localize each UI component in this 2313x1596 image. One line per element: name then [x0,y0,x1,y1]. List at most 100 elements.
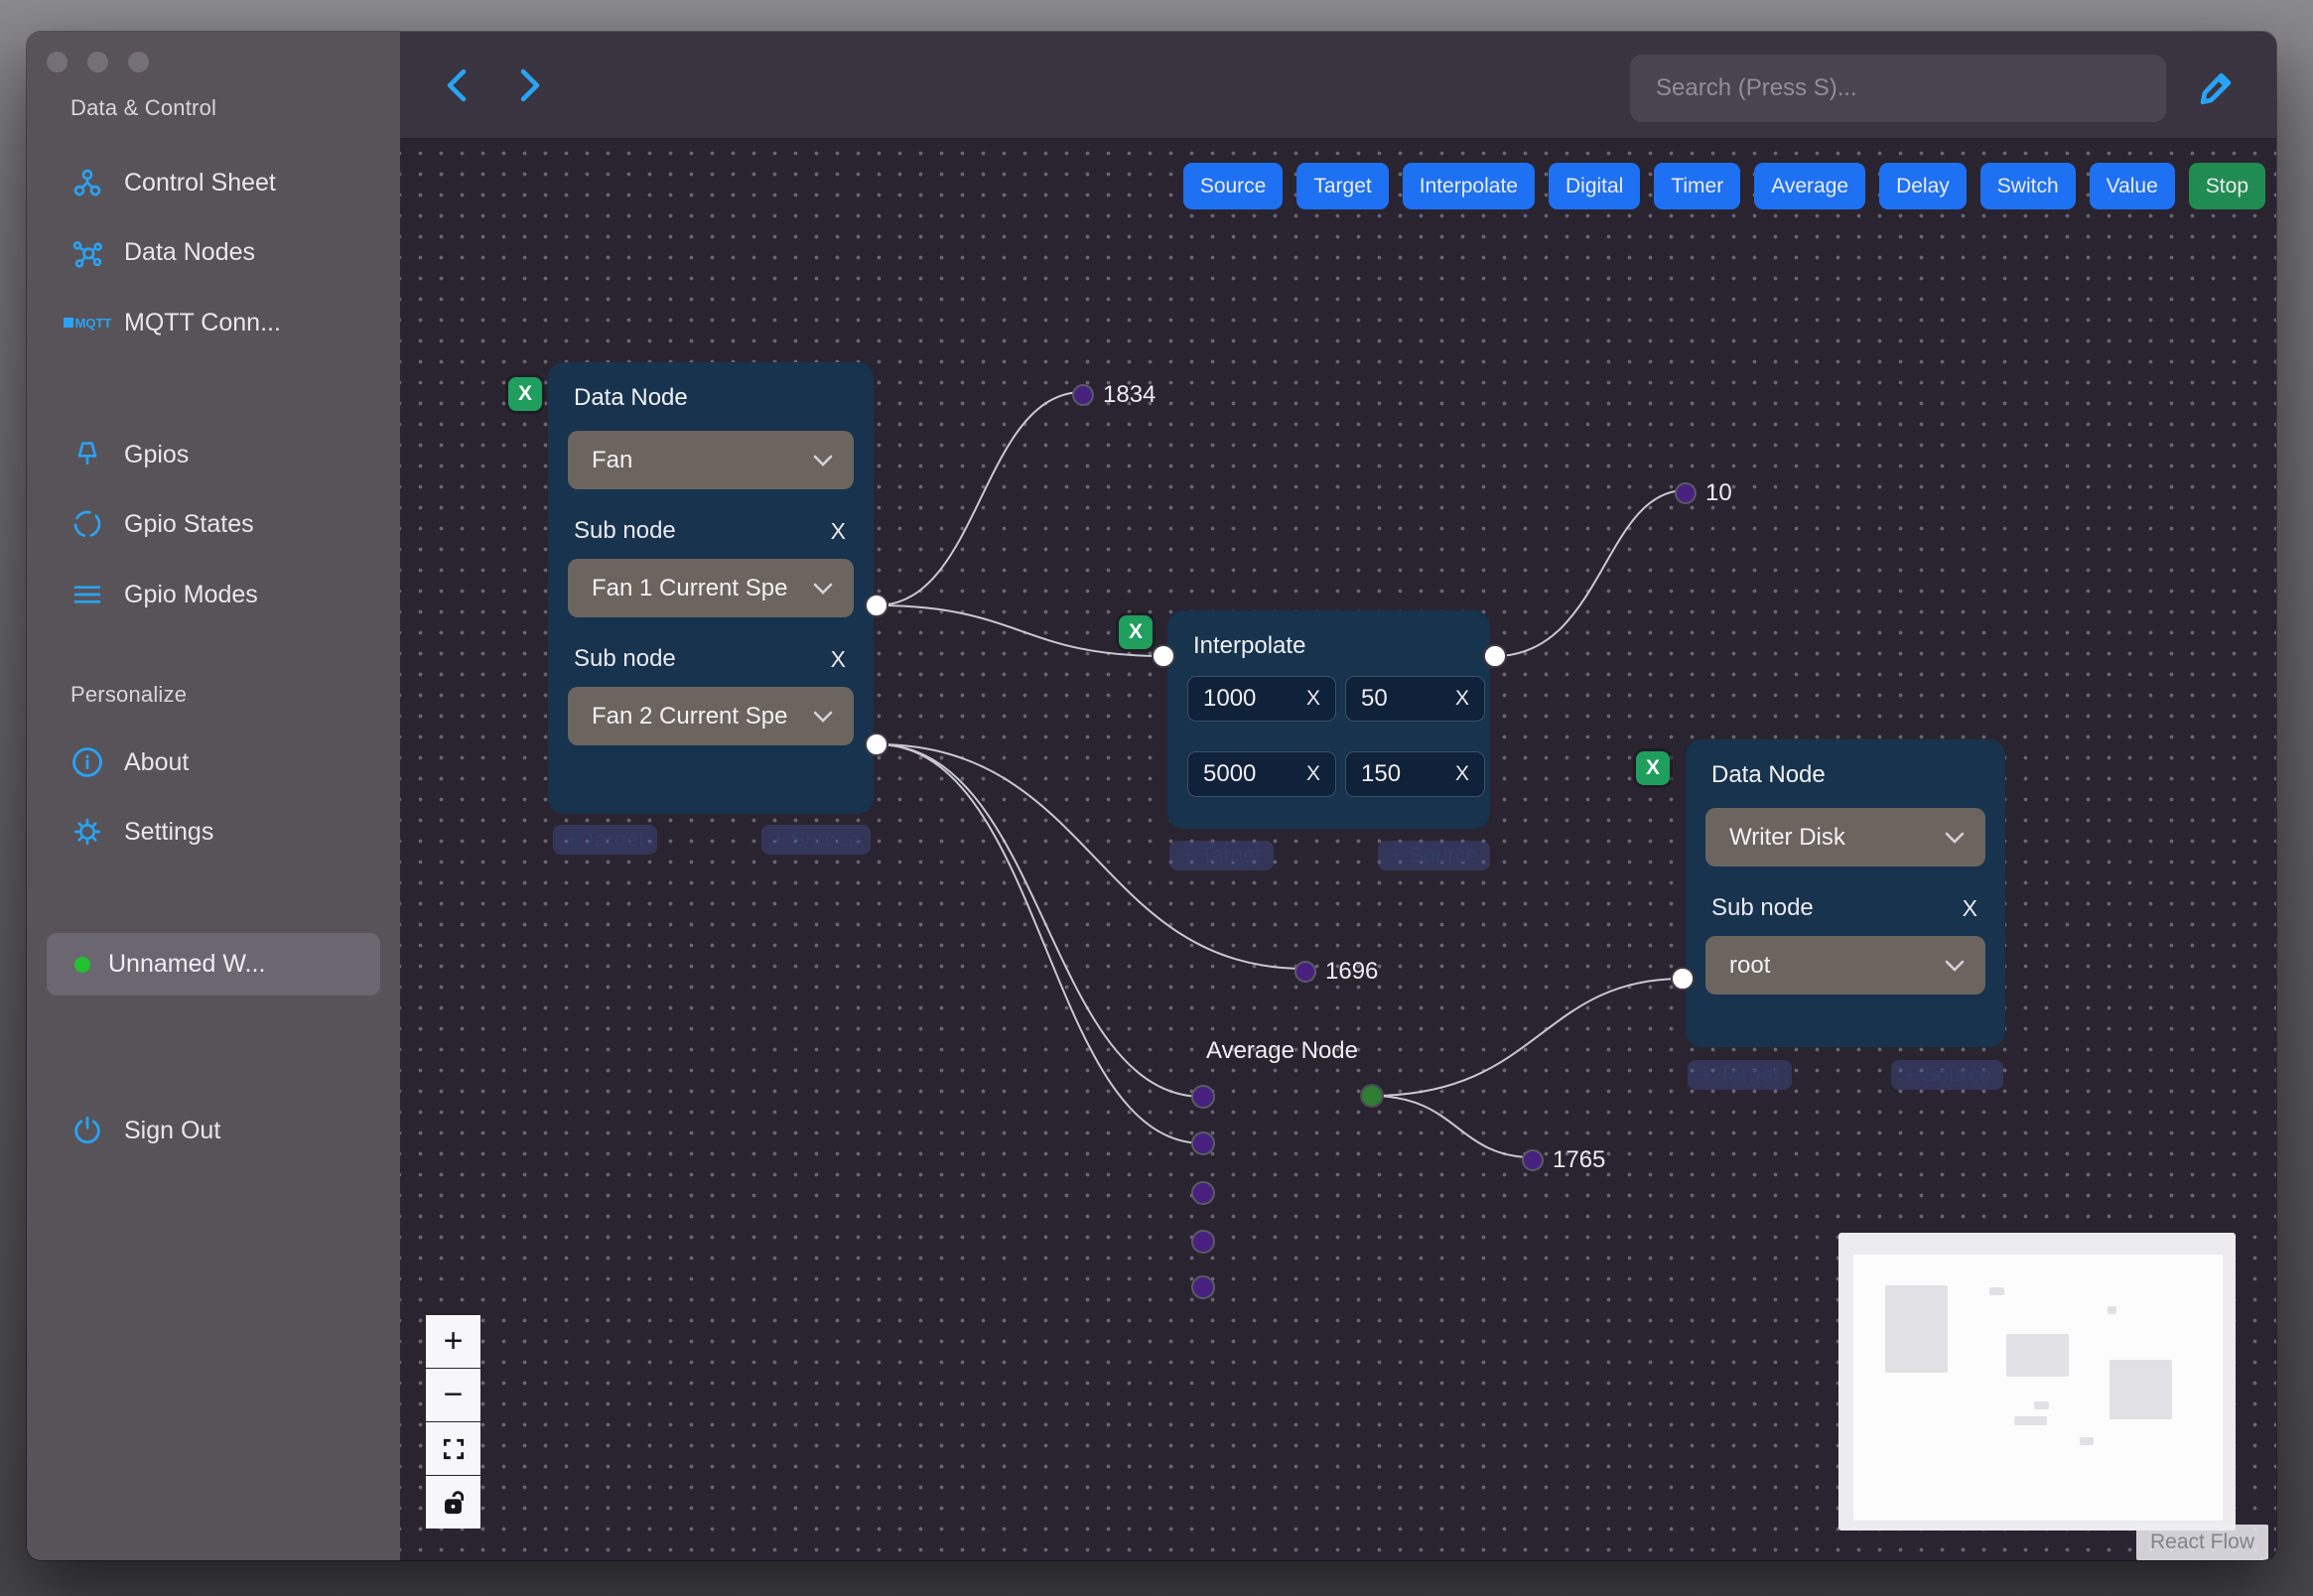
palette-button-value[interactable]: Value [2089,163,2175,209]
delete-node-button[interactable]: X [1636,751,1670,785]
add-target-button[interactable]: + Target [553,825,657,855]
sidebar-item-data-nodes[interactable]: Data Nodes [70,228,255,276]
sub-node-select[interactable]: Fan 1 Current Spe [568,559,854,617]
back-chevron-icon[interactable] [444,67,470,108]
sidebar-item-about[interactable]: About [70,738,189,786]
node-type-select[interactable]: Fan [568,431,854,489]
edge-endpoint-dot[interactable] [1675,482,1697,504]
clear-value-button[interactable]: X [1455,687,1469,711]
minimap-node-rect [2108,1306,2116,1314]
fit-view-button[interactable] [426,1422,480,1475]
edge-endpoint-dot[interactable] [1294,961,1316,983]
target-handle[interactable] [1152,644,1175,668]
data-node-writer[interactable]: Data Node Writer Disk Sub node X root [1686,739,2005,1047]
palette-button-source[interactable]: Source [1182,163,1284,209]
palette-button-digital[interactable]: Digital [1548,163,1641,209]
minimize-window-icon[interactable] [87,52,108,72]
sidebar: Data & Control Control Sheet Data Nodes … [27,32,400,1560]
interpolate-value-input[interactable]: 50 X [1345,676,1485,722]
interpolate-value[interactable]: 50 [1361,685,1388,713]
sidebar-item-gpio-modes[interactable]: Gpio Modes [70,571,258,618]
clear-value-button[interactable]: X [1306,762,1320,786]
node-title: Data Node [1711,761,1826,788]
palette-button-average[interactable]: Average [1754,163,1866,209]
maximize-window-icon[interactable] [128,52,149,72]
remove-sub-node-button[interactable]: X [831,518,846,545]
node-type-select[interactable]: Writer Disk [1705,808,1985,866]
source-handle[interactable] [1483,644,1507,668]
sidebar-item-workspace[interactable]: Unnamed W... [47,933,380,996]
chevron-down-icon [1945,960,1965,972]
minimap[interactable] [1838,1233,2236,1530]
interpolate-value-input[interactable]: 150 X [1345,751,1485,797]
average-node-title: Average Node [1206,1037,1358,1064]
unlock-icon [444,1490,464,1514]
average-source-handle[interactable] [1360,1084,1384,1108]
sidebar-item-settings[interactable]: Settings [70,808,213,856]
palette-button-timer[interactable]: Timer [1654,163,1741,209]
edge-endpoint-dot[interactable] [1072,384,1094,406]
window-controls[interactable] [47,52,149,72]
average-target-handle[interactable] [1191,1181,1215,1205]
sidebar-item-label: Gpio Modes [124,580,258,608]
source-handle[interactable] [865,732,888,756]
nodes-icon [70,236,104,268]
interpolate-value-input[interactable]: 1000 X [1187,676,1336,722]
remove-sub-node-button[interactable]: X [1963,895,1977,922]
zoom-out-button[interactable]: − [426,1369,480,1421]
delete-node-button[interactable]: X [508,377,542,411]
interpolate-node[interactable]: Interpolate 1000 X 50 X 5000 X 150 X [1167,610,1490,829]
sidebar-item-control-sheet[interactable]: Control Sheet [70,159,276,206]
minimap-node-rect [1885,1285,1948,1373]
search-input[interactable] [1630,55,2166,122]
data-node-fan[interactable]: Data Node Fan Sub node X Fan 1 Current S… [548,362,874,814]
power-icon [70,1114,104,1147]
sidebar-item-gpios[interactable]: Gpios [70,431,189,478]
main-area: Source Target Interpolate Digital Timer Avera… [400,32,2276,1560]
sidebar-section-data-control: Data & Control [70,95,217,120]
palette-button-target[interactable]: Target [1296,163,1389,209]
edit-pencil-icon[interactable] [2195,66,2239,114]
fit-view-icon [443,1438,464,1459]
clear-value-button[interactable]: X [1455,762,1469,786]
average-target-handle[interactable] [1191,1131,1215,1155]
add-target-button[interactable]: + Target [1688,1060,1792,1090]
average-target-handle[interactable] [1191,1275,1215,1299]
zoom-in-button[interactable]: + [426,1315,480,1368]
target-handle[interactable] [1671,967,1695,991]
interpolate-value[interactable]: 5000 [1203,760,1256,788]
source-handle[interactable] [865,594,888,617]
palette-button-switch[interactable]: Switch [1979,163,2076,209]
remove-sub-node-button[interactable]: X [831,646,846,673]
mqtt-icon: MQTT [63,316,111,331]
average-target-handle[interactable] [1191,1085,1215,1109]
interpolate-value-input[interactable]: 5000 X [1187,751,1336,797]
interpolate-value[interactable]: 1000 [1203,685,1256,713]
clear-value-button[interactable]: X [1306,687,1320,711]
add-source-button[interactable]: + Source [1891,1060,2003,1090]
close-window-icon[interactable] [47,52,68,72]
lock-button[interactable] [426,1476,480,1529]
sidebar-item-label: Control Sheet [124,168,276,197]
sub-node-label: Sub node [574,645,676,672]
edge-value-label: 1696 [1294,958,1378,986]
add-target-button[interactable]: + Target [1169,841,1274,870]
flow-canvas[interactable]: Source Target Interpolate Digital Timer Avera… [400,139,2276,1560]
sub-node-select[interactable]: Fan 2 Current Spe [568,687,854,745]
palette-button-stop[interactable]: Stop [2188,163,2265,209]
sidebar-item-mqtt[interactable]: MQTT MQTT Conn... [63,299,281,346]
palette-button-delay[interactable]: Delay [1879,163,1967,209]
sidebar-item-sign-out[interactable]: Sign Out [70,1107,220,1154]
interpolate-value[interactable]: 150 [1361,760,1401,788]
forward-chevron-icon[interactable] [517,67,543,108]
palette-button-interpolate[interactable]: Interpolate [1402,163,1535,209]
sub-node-select[interactable]: root [1705,936,1985,995]
average-target-handle[interactable] [1191,1230,1215,1254]
add-source-button[interactable]: + Source [761,825,871,855]
minimap-node-rect [1989,1287,2004,1295]
edge-endpoint-dot[interactable] [1522,1149,1544,1171]
add-source-button[interactable]: + Source [1378,841,1490,870]
delete-node-button[interactable]: X [1119,615,1153,649]
edge-value-label: 1834 [1072,381,1156,409]
sidebar-item-gpio-states[interactable]: Gpio States [70,500,254,548]
